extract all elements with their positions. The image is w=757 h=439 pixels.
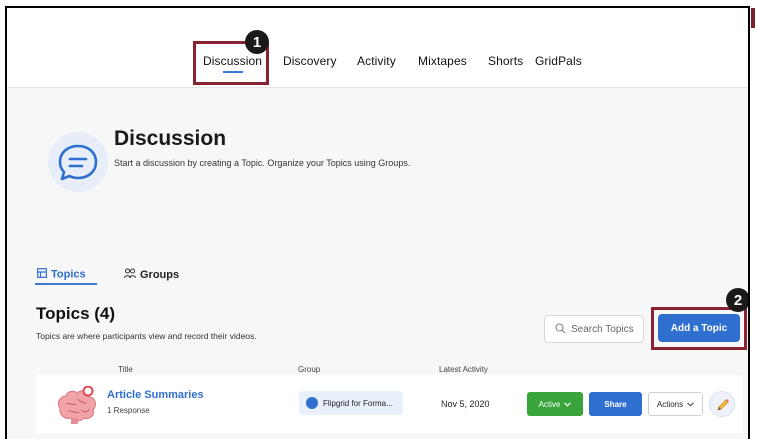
search-placeholder: Search Topics bbox=[571, 324, 634, 335]
actions-label: Actions bbox=[656, 399, 684, 409]
discussion-icon bbox=[48, 132, 108, 192]
page-header bbox=[7, 88, 748, 222]
frame-border-left bbox=[5, 6, 7, 439]
nav-gridpals[interactable]: GridPals bbox=[535, 54, 582, 68]
group-chip[interactable]: Flipgrid for Forma... bbox=[299, 391, 403, 415]
tab-groups-label: Groups bbox=[140, 268, 180, 281]
topics-description: Topics are where participants view and r… bbox=[36, 331, 257, 341]
group-chip-label: Flipgrid for Forma... bbox=[323, 399, 393, 408]
page-subtitle: Start a discussion by creating a Topic. … bbox=[114, 158, 411, 168]
chevron-down-icon bbox=[564, 400, 572, 409]
nav-mixtapes[interactable]: Mixtapes bbox=[418, 54, 467, 68]
add-topic-button[interactable]: Add a Topic bbox=[658, 314, 740, 342]
tab-groups[interactable]: Groups bbox=[124, 268, 179, 282]
topic-thumbnail bbox=[54, 385, 98, 426]
frame-border-top bbox=[5, 6, 750, 8]
status-label: Active bbox=[538, 399, 561, 409]
groups-tab-icon bbox=[124, 268, 136, 282]
nav-activity[interactable]: Activity bbox=[357, 54, 396, 68]
screenshot-frame: Discussion Discovery Activity Mixtapes S… bbox=[0, 0, 757, 439]
topic-title-link[interactable]: Article Summaries bbox=[107, 389, 204, 401]
tab-active-indicator bbox=[35, 283, 97, 285]
column-header-title: Title bbox=[118, 365, 133, 374]
chevron-down-icon bbox=[687, 400, 694, 409]
nav-discovery[interactable]: Discovery bbox=[283, 54, 337, 68]
tab-topics[interactable]: Topics bbox=[37, 268, 86, 281]
edit-button[interactable] bbox=[709, 391, 735, 417]
topics-tab-icon bbox=[37, 268, 47, 281]
status-dropdown-button[interactable]: Active bbox=[527, 392, 583, 416]
actions-dropdown-button[interactable]: Actions bbox=[648, 392, 703, 416]
callout-badge-1: 1 bbox=[245, 30, 269, 54]
search-topics-input[interactable]: Search Topics bbox=[544, 315, 644, 343]
column-header-latest-activity: Latest Activity bbox=[439, 365, 488, 374]
frame-border-right bbox=[748, 6, 750, 439]
corner-highlight-mark bbox=[751, 8, 755, 28]
page-title: Discussion bbox=[114, 127, 227, 150]
pencil-icon bbox=[716, 398, 730, 417]
share-button[interactable]: Share bbox=[589, 392, 642, 416]
topics-heading: Topics (4) bbox=[36, 304, 116, 323]
search-icon bbox=[555, 323, 566, 337]
nav-shorts[interactable]: Shorts bbox=[488, 54, 523, 68]
group-icon bbox=[306, 397, 318, 409]
latest-activity-date: Nov 5, 2020 bbox=[441, 399, 490, 409]
tab-topics-label: Topics bbox=[51, 268, 86, 281]
column-header-group: Group bbox=[298, 365, 321, 374]
callout-badge-2: 2 bbox=[726, 288, 750, 312]
top-navigation bbox=[7, 8, 748, 88]
topic-response-count: 1 Response bbox=[107, 406, 150, 415]
